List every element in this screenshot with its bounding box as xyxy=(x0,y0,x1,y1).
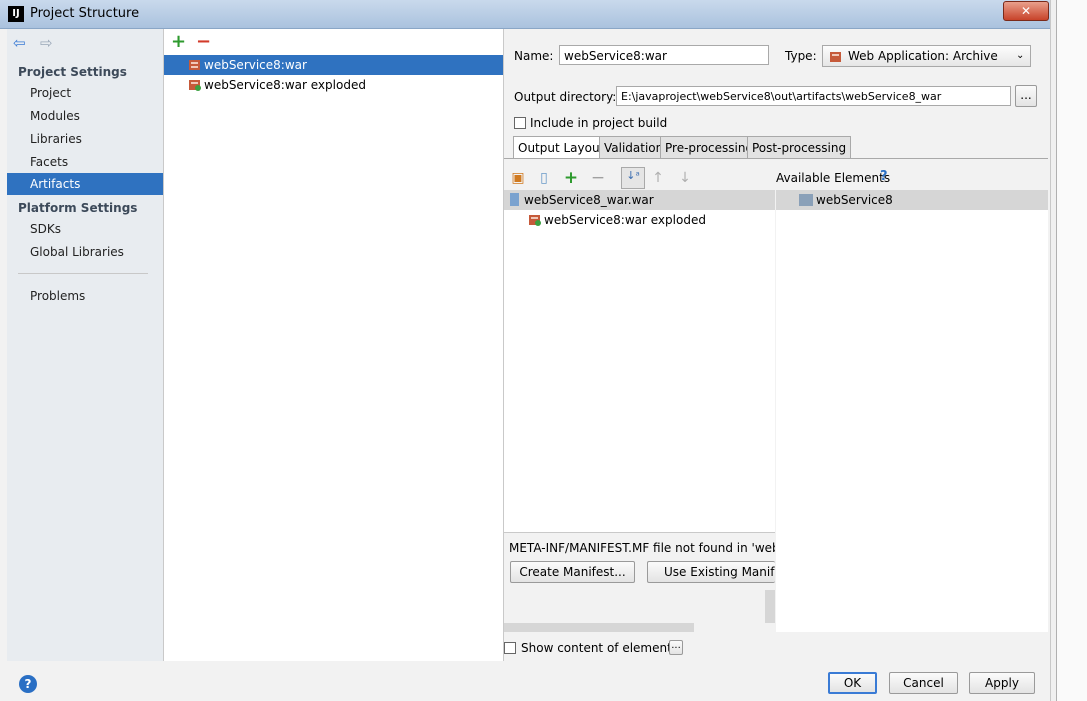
close-button[interactable]: ✕ xyxy=(1003,1,1049,21)
move-down-icon[interactable]: ↓ xyxy=(676,170,694,186)
sidebar-item-libraries[interactable]: Libraries xyxy=(7,128,163,150)
type-select[interactable]: Web Application: Archive ⌄ xyxy=(822,45,1031,67)
type-select-value: Web Application: Archive xyxy=(848,49,998,63)
manifest-message: META-INF/MANIFEST.MF file not found in '… xyxy=(509,541,775,555)
cancel-button[interactable]: Cancel xyxy=(889,672,958,694)
sidebar-item-sdks[interactable]: SDKs xyxy=(7,218,163,240)
use-existing-manifest-button[interactable]: Use Existing Manifest xyxy=(647,561,775,583)
artifact-item-label: webService8:war exploded xyxy=(204,78,366,92)
settings-sidebar: ⇦ ⇨ Project Settings Project Modules Lib… xyxy=(7,29,164,661)
move-up-icon[interactable]: ↑ xyxy=(649,170,667,186)
archive-icon xyxy=(510,193,519,206)
name-field[interactable]: webService8:war xyxy=(559,45,769,65)
output-directory-field[interactable]: E:\javaproject\webService8\out\artifacts… xyxy=(616,86,1011,106)
layout-tree-root-label: webService8_war.war xyxy=(524,193,654,207)
tab-divider xyxy=(504,158,1048,159)
show-content-checkbox[interactable] xyxy=(504,642,516,654)
create-archive-icon[interactable]: ▯ xyxy=(535,170,553,186)
tab-validation[interactable]: Validation xyxy=(599,136,669,158)
artifact-item-war-exploded[interactable]: webService8:war exploded xyxy=(164,75,503,95)
include-in-build-label: Include in project build xyxy=(530,116,668,130)
tab-output-layout[interactable]: Output Layout xyxy=(513,136,610,159)
forward-arrow-icon[interactable]: ⇨ xyxy=(40,34,53,52)
remove-element-icon[interactable]: − xyxy=(589,170,607,187)
war-artifact-icon xyxy=(189,60,200,70)
vertical-scrollbar[interactable] xyxy=(765,590,775,623)
type-label: Type: xyxy=(785,49,817,63)
available-tree-item-label: webService8 xyxy=(816,193,893,207)
back-arrow-icon[interactable]: ⇦ xyxy=(13,34,26,52)
war-exploded-artifact-icon xyxy=(189,80,201,91)
war-exploded-artifact-icon xyxy=(529,215,541,226)
create-manifest-button[interactable]: Create Manifest... xyxy=(510,561,635,583)
window-title: Project Structure xyxy=(30,6,140,21)
available-elements-tree xyxy=(776,190,1048,632)
app-icon: IJ xyxy=(8,6,24,22)
output-directory-label: Output directory: xyxy=(514,90,617,104)
show-content-options-button[interactable]: ... xyxy=(669,640,683,655)
artifact-item-war[interactable]: webService8:war xyxy=(164,55,503,75)
tab-pre-processing[interactable]: Pre-processing xyxy=(660,136,759,158)
available-elements-label: Available Elements xyxy=(776,171,891,185)
layout-tree-child[interactable]: webService8:war exploded xyxy=(528,210,775,230)
output-layout-tree xyxy=(504,190,775,532)
chevron-down-icon: ⌄ xyxy=(1016,50,1025,61)
sidebar-item-problems[interactable]: Problems xyxy=(7,285,163,307)
sidebar-divider xyxy=(18,273,148,274)
available-tree-item[interactable]: webService8 xyxy=(776,190,1048,210)
sidebar-item-facets[interactable]: Facets xyxy=(7,151,163,173)
artifact-list: + − webService8:war webService8:war expl… xyxy=(164,29,504,661)
add-artifact-icon[interactable]: + xyxy=(171,31,186,52)
sidebar-item-global-libraries[interactable]: Global Libraries xyxy=(7,241,163,263)
title-bar xyxy=(0,0,1050,29)
create-directory-icon[interactable]: ▣ xyxy=(509,170,527,186)
layout-tree-child-label: webService8:war exploded xyxy=(544,213,706,227)
include-in-build-checkbox[interactable] xyxy=(514,117,526,129)
horizontal-scrollbar[interactable] xyxy=(504,623,694,632)
sort-elements-icon[interactable]: ↓ᵃ xyxy=(621,167,645,189)
name-label: Name: xyxy=(514,49,554,63)
layout-tree-root[interactable]: webService8_war.war xyxy=(504,190,775,210)
help-button[interactable]: ? xyxy=(19,675,37,693)
help-icon[interactable]: ? xyxy=(880,169,888,184)
tab-post-processing[interactable]: Post-processing xyxy=(747,136,852,158)
sidebar-item-project[interactable]: Project xyxy=(7,82,163,104)
add-copy-icon[interactable]: + xyxy=(562,170,580,187)
sidebar-item-modules[interactable]: Modules xyxy=(7,105,163,127)
sidebar-item-artifacts[interactable]: Artifacts xyxy=(7,173,163,195)
platform-settings-header: Platform Settings xyxy=(18,201,138,215)
show-content-label: Show content of elements xyxy=(521,641,679,655)
remove-artifact-icon[interactable]: − xyxy=(196,31,211,52)
apply-button[interactable]: Apply xyxy=(969,672,1035,694)
artifact-item-label: webService8:war xyxy=(204,58,307,72)
browse-output-directory-button[interactable]: ... xyxy=(1015,85,1037,107)
module-folder-icon xyxy=(799,194,813,206)
project-settings-header: Project Settings xyxy=(18,65,127,79)
ok-button[interactable]: OK xyxy=(828,672,877,694)
background-window-edge xyxy=(1056,0,1087,701)
web-app-archive-icon xyxy=(830,52,841,62)
